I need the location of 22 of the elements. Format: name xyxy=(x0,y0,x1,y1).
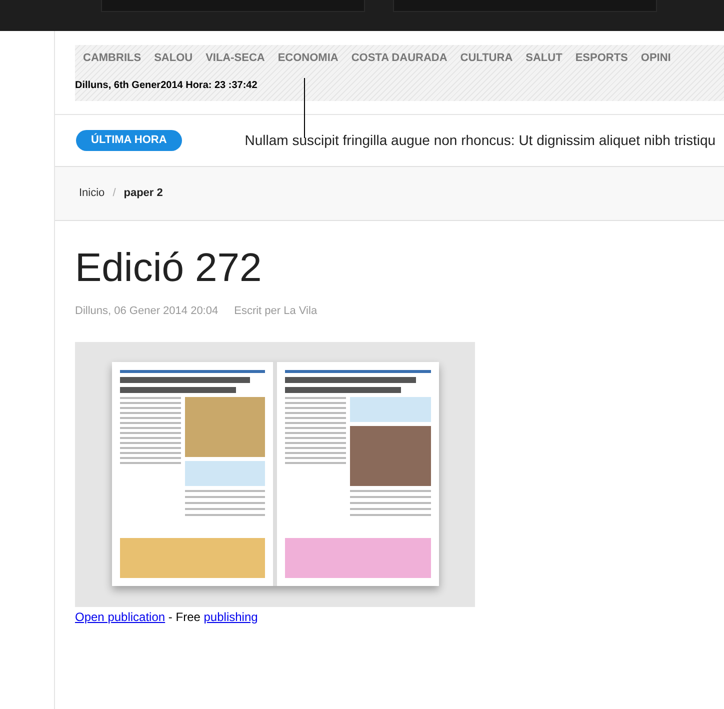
breadcrumb-item[interactable]: Inicio xyxy=(79,185,105,202)
nav-link[interactable]: CULTURA xyxy=(460,50,513,66)
publication-link[interactable]: publishing xyxy=(204,610,258,624)
nav-link[interactable]: OPINI xyxy=(640,50,671,66)
publication-preview[interactable] xyxy=(75,342,475,606)
nav-link[interactable]: ECONOMIA xyxy=(278,50,338,66)
news-ticker[interactable]: Nullam suscipit fringilla augue non rhoncus: Ut dignissim aliquet nibh tristiqu xyxy=(244,130,716,151)
article-date: Dilluns, 06 Gener 2014 20:04 xyxy=(75,304,218,319)
nav-link[interactable]: COSTA DAURADA xyxy=(351,50,448,66)
breadcrumb-separator: / xyxy=(112,186,116,202)
breaking-news-badge: ÚLTIMA HORA xyxy=(76,130,182,151)
publication-link[interactable]: Open publication xyxy=(75,610,166,624)
embed-caption: - Free xyxy=(167,610,202,624)
nav-link[interactable]: CAMBRILS xyxy=(83,50,142,66)
article-title: Edició 272 xyxy=(75,245,262,292)
nav-link[interactable]: SALOU xyxy=(154,50,193,66)
nav-link[interactable]: SALUT xyxy=(526,50,562,66)
nav-link[interactable]: ESPORTS xyxy=(575,50,628,66)
date-time: Dilluns, 6th Gener2014 Hora: 23 :37:42 xyxy=(75,78,258,92)
article-author: Escrit per La Vila xyxy=(234,304,318,319)
breadcrumb-item[interactable]: paper 2 xyxy=(124,185,163,202)
nav-link[interactable]: VILA-SECA xyxy=(206,50,265,66)
